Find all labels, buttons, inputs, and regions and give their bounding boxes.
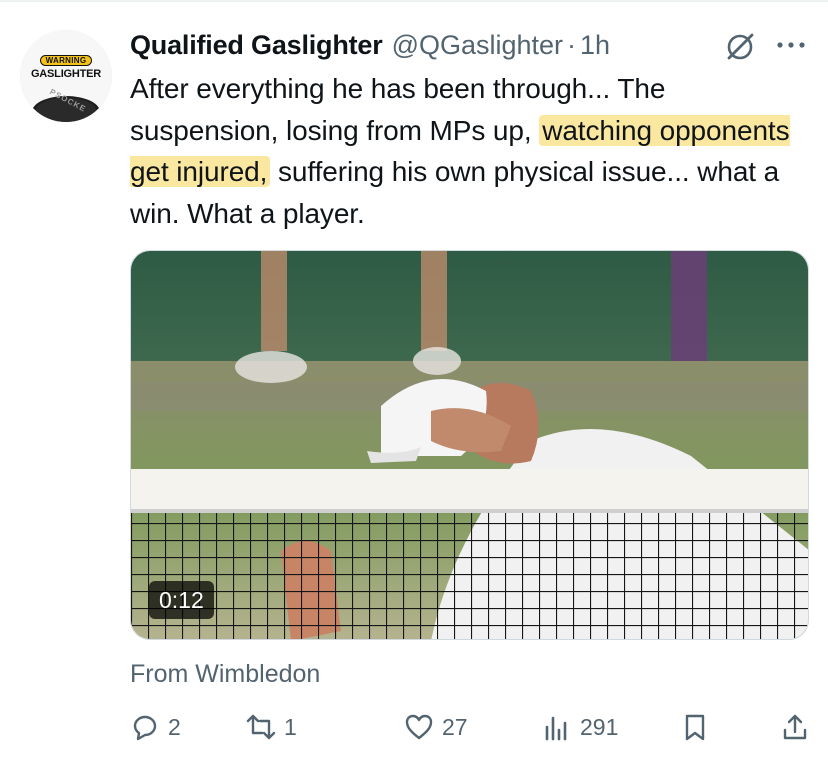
avatar-badge: WARNING GASLIGHTER bbox=[29, 50, 103, 80]
tweet-header: Qualified Gaslighter @QGaslighter · 1h bbox=[130, 28, 610, 62]
like-button[interactable]: 27 bbox=[404, 706, 468, 748]
top-divider bbox=[0, 0, 828, 2]
views-count: 291 bbox=[580, 713, 619, 740]
more-icon[interactable] bbox=[774, 34, 808, 56]
video-duration: 0:12 bbox=[149, 581, 214, 619]
repost-button[interactable]: 1 bbox=[246, 706, 297, 748]
separator-dot: · bbox=[567, 29, 577, 60]
views-icon bbox=[545, 716, 567, 741]
video-player[interactable]: 0:12 bbox=[130, 250, 809, 640]
reply-button[interactable]: 2 bbox=[130, 706, 181, 748]
grok-icon[interactable] bbox=[724, 31, 756, 63]
author-name[interactable]: Qualified Gaslighter bbox=[130, 30, 383, 61]
reply-count: 2 bbox=[168, 713, 181, 740]
tweet-text: After everything he has been through... … bbox=[130, 68, 800, 234]
video-thumbnail bbox=[131, 251, 808, 639]
repost-icon bbox=[246, 714, 276, 740]
tweet-time[interactable]: 1h bbox=[580, 30, 610, 61]
share-icon bbox=[783, 714, 807, 740]
bookmark-icon bbox=[685, 714, 705, 741]
bookmark-button[interactable] bbox=[680, 706, 710, 748]
views-button[interactable]: 291 bbox=[542, 706, 618, 748]
share-button[interactable] bbox=[780, 706, 810, 748]
repost-count: 1 bbox=[284, 713, 297, 740]
avatar[interactable]: WARNING GASLIGHTER PSOCKE bbox=[20, 30, 112, 122]
avatar-warning-label: WARNING bbox=[39, 55, 93, 66]
like-icon bbox=[405, 714, 433, 740]
media-source[interactable]: From Wimbledon bbox=[130, 660, 320, 689]
avatar-name-label: GASLIGHTER bbox=[30, 68, 102, 80]
like-count: 27 bbox=[442, 713, 468, 740]
author-handle[interactable]: @QGaslighter bbox=[392, 30, 563, 61]
action-bar: 2 1 27 291 bbox=[130, 706, 810, 748]
reply-icon bbox=[133, 715, 157, 741]
